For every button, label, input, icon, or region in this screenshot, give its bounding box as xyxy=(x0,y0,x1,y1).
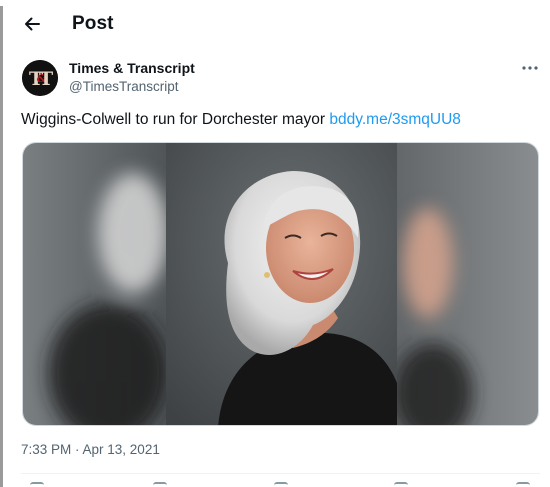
bookmark-icon[interactable] xyxy=(394,482,408,487)
tweet-text: Wiggins-Colwell to run for Dorchester ma… xyxy=(21,110,461,130)
back-button[interactable] xyxy=(18,10,46,38)
arrow-left-icon xyxy=(18,10,46,38)
share-icon[interactable] xyxy=(516,482,530,487)
more-options-button[interactable] xyxy=(518,58,542,78)
times-transcript-logo: T & T xyxy=(22,60,58,96)
reply-icon[interactable] xyxy=(30,482,44,487)
repost-icon[interactable] xyxy=(153,482,167,487)
like-icon[interactable] xyxy=(274,482,288,487)
author-handle[interactable]: @TimesTranscript xyxy=(69,78,178,96)
tweet-link[interactable]: bddy.me/3smqUU8 xyxy=(329,111,461,128)
window-edge xyxy=(0,6,3,487)
divider xyxy=(21,473,540,474)
svg-text:T: T xyxy=(39,68,53,90)
post-page: Post T & T Times & Transcript @TimesTran… xyxy=(0,0,550,487)
author-name[interactable]: Times & Transcript xyxy=(69,59,195,77)
tweet-body: Wiggins-Colwell to run for Dorchester ma… xyxy=(21,111,326,128)
portrait-photo-icon xyxy=(23,143,538,425)
page-title: Post xyxy=(72,13,114,34)
more-horizontal-icon xyxy=(518,58,542,78)
post-header: Post xyxy=(0,0,550,50)
avatar[interactable]: T & T xyxy=(22,60,58,96)
tweet-timestamp[interactable]: 7:33 PM · Apr 13, 2021 xyxy=(21,441,160,459)
tweet-media[interactable] xyxy=(22,142,539,426)
